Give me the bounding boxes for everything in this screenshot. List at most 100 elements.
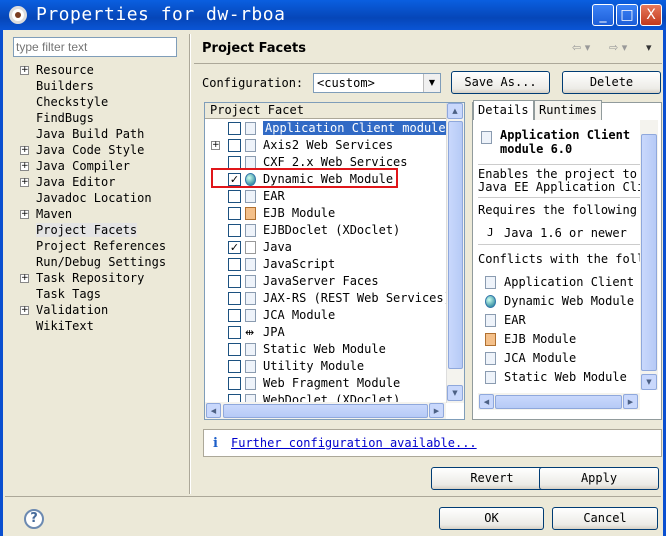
facet-row-javaserver-faces[interactable]: JavaServer Faces	[205, 273, 446, 290]
nav-item-project-facets[interactable]: Project Facets	[13, 222, 183, 238]
nav-item-java-build-path[interactable]: Java Build Path	[13, 126, 183, 142]
nav-item-label: Run/Debug Settings	[36, 255, 167, 269]
facet-row-utility-module[interactable]: Utility Module	[205, 358, 446, 375]
tab-runtimes[interactable]: Runtimes	[534, 100, 602, 120]
facet-row-axis2-web-services[interactable]: + Axis2 Web Services	[205, 137, 446, 154]
tab-details[interactable]: Details	[473, 100, 534, 120]
further-configuration-link[interactable]: Further configuration available...	[231, 436, 477, 450]
nav-item-project-references[interactable]: Project References	[13, 238, 183, 254]
scroll-down-icon[interactable]: ▼	[447, 385, 463, 401]
window-title: Properties for dw-rboa	[36, 4, 286, 25]
expand-icon[interactable]: +	[211, 141, 220, 150]
conflict-item-label: Application Client m	[504, 275, 635, 289]
facet-row-application-client-module[interactable]: Application Client module	[205, 120, 448, 137]
expand-icon[interactable]: +	[20, 162, 29, 171]
nav-item-task-tags[interactable]: Task Tags	[13, 286, 183, 302]
chevron-down-icon[interactable]: ▼	[423, 74, 440, 92]
facet-checkbox[interactable]	[228, 326, 241, 339]
details-hscroll-thumb[interactable]	[495, 395, 622, 409]
nav-item-task-repository[interactable]: + Task Repository	[13, 270, 183, 286]
expand-icon[interactable]: +	[20, 306, 29, 315]
facet-checkbox[interactable]	[228, 207, 241, 220]
scroll-right-icon[interactable]: ▶	[429, 403, 444, 418]
facet-row-static-web-module[interactable]: Static Web Module	[205, 341, 446, 358]
nav-item-findbugs[interactable]: FindBugs	[13, 110, 183, 126]
facet-scroll-thumb[interactable]	[448, 121, 463, 369]
help-icon[interactable]: ?	[24, 509, 44, 529]
facet-row-ejb-module[interactable]: EJB Module	[205, 205, 446, 222]
facet-checkbox[interactable]	[228, 360, 241, 373]
facet-hscroll-thumb[interactable]	[223, 404, 428, 418]
facet-row-web-fragment-module[interactable]: Web Fragment Module	[205, 375, 446, 392]
doc-icon	[245, 190, 256, 203]
nav-item-javadoc-location[interactable]: Javadoc Location	[13, 190, 183, 206]
nav-item-checkstyle[interactable]: Checkstyle	[13, 94, 183, 110]
nav-item-label: Java Compiler	[36, 159, 130, 173]
maximize-button[interactable]: □	[616, 4, 638, 26]
doc-icon	[485, 371, 496, 384]
scroll-left-icon[interactable]: ◀	[206, 403, 221, 418]
facet-checkbox[interactable]	[228, 190, 241, 203]
facet-row-jax-rs-rest-web-services[interactable]: JAX-RS (REST Web Services)	[205, 290, 451, 307]
facet-checkbox[interactable]	[228, 292, 241, 305]
apply-button[interactable]: Apply	[539, 467, 659, 490]
scroll-right-icon[interactable]: ▶	[623, 394, 638, 409]
close-button[interactable]: X	[640, 4, 662, 26]
nav-item-label: Maven	[36, 207, 73, 221]
facet-row-ear[interactable]: EAR	[205, 188, 446, 205]
nav-item-run-debug-settings[interactable]: Run/Debug Settings	[13, 254, 183, 270]
java-icon: J	[487, 226, 494, 239]
revert-button[interactable]: Revert	[431, 467, 553, 490]
nav-item-validation[interactable]: + Validation	[13, 302, 183, 318]
doc-icon	[245, 360, 256, 373]
facet-checkbox[interactable]	[228, 377, 241, 390]
facet-row-jca-module[interactable]: JCA Module	[205, 307, 446, 324]
nav-item-wikitext[interactable]: WikiText	[13, 318, 183, 334]
expand-icon[interactable]: +	[20, 274, 29, 283]
facet-row-javascript[interactable]: JavaScript	[205, 256, 446, 273]
facet-row-ejbdoclet-xdoclet[interactable]: EJBDoclet (XDoclet)	[205, 222, 446, 239]
doc-icon	[245, 224, 256, 237]
details-description-2: Java EE Application Cli	[478, 180, 640, 194]
facet-label: Static Web Module	[263, 342, 386, 356]
facet-checkbox[interactable]	[228, 258, 241, 271]
facet-label: CXF 2.x Web Services	[263, 155, 408, 169]
expand-icon[interactable]: +	[20, 146, 29, 155]
facet-checkbox[interactable]: ✓	[228, 241, 241, 254]
expand-icon[interactable]: +	[20, 66, 29, 75]
cancel-button[interactable]: Cancel	[552, 507, 658, 530]
nav-item-builders[interactable]: Builders	[13, 78, 183, 94]
nav-item-java-code-style[interactable]: + Java Code Style	[13, 142, 183, 158]
facet-checkbox[interactable]	[228, 275, 241, 288]
nav-item-resource[interactable]: + Resource	[13, 62, 183, 78]
back-arrow-icon[interactable]: ⇦ ▾	[572, 41, 590, 54]
ok-button[interactable]: OK	[439, 507, 544, 530]
expand-icon[interactable]: +	[20, 178, 29, 187]
filter-input[interactable]	[13, 37, 177, 57]
forward-arrow-icon[interactable]: ⇨ ▾	[609, 41, 627, 54]
facet-checkbox[interactable]	[228, 343, 241, 356]
nav-item-java-editor[interactable]: + Java Editor	[13, 174, 183, 190]
nav-item-maven[interactable]: + Maven	[13, 206, 183, 222]
details-scroll-thumb[interactable]	[641, 134, 657, 371]
facet-checkbox[interactable]	[228, 224, 241, 237]
nav-item-label: Java Build Path	[36, 127, 145, 141]
facet-checkbox[interactable]	[228, 309, 241, 322]
scroll-up-icon[interactable]: ▲	[447, 103, 463, 119]
view-menu-icon[interactable]: ▾	[646, 41, 652, 54]
save-as-button[interactable]: Save As...	[451, 71, 550, 94]
scroll-down-icon[interactable]: ▼	[641, 374, 657, 390]
facet-row-java[interactable]: ✓ Java	[205, 239, 446, 256]
expand-icon[interactable]: +	[20, 210, 29, 219]
facet-checkbox[interactable]	[228, 139, 241, 152]
facet-label: EJBDoclet (XDoclet)	[263, 223, 401, 237]
scroll-left-icon[interactable]: ◀	[479, 394, 494, 409]
nav-item-java-compiler[interactable]: + Java Compiler	[13, 158, 183, 174]
facet-column-header[interactable]: Project Facet	[205, 103, 446, 119]
minimize-button[interactable]: _	[592, 4, 614, 26]
delete-button[interactable]: Delete	[562, 71, 661, 94]
facet-row-jpa[interactable]: ⇹ JPA	[205, 324, 446, 341]
doc-icon	[245, 292, 256, 305]
facet-checkbox[interactable]	[228, 122, 241, 135]
configuration-select[interactable]: <custom> ▼	[313, 73, 441, 93]
